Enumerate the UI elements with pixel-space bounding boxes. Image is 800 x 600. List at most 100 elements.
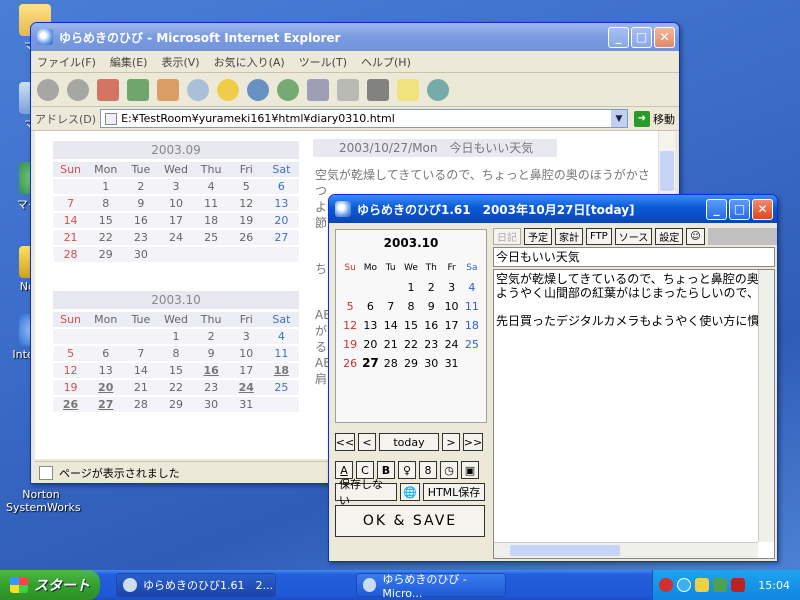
scroll-thumb[interactable] [660, 151, 674, 191]
calendar-day[interactable]: 9 [123, 196, 159, 211]
calendar-day[interactable]: 25 [263, 380, 299, 395]
calendar-day[interactable]: 17 [441, 317, 461, 334]
maximize-button[interactable]: □ [729, 198, 750, 220]
calendar-day[interactable]: 18 [193, 213, 229, 228]
calendar-day[interactable]: 21 [123, 380, 159, 395]
calendar-day[interactable]: 21 [381, 336, 401, 353]
calendar-day[interactable]: 14 [123, 363, 159, 378]
calendar-day[interactable]: 20 [263, 213, 299, 228]
last-button[interactable]: >> [463, 433, 483, 451]
calendar-day[interactable]: 10 [158, 196, 194, 211]
calendar-day[interactable]: 11 [263, 346, 299, 361]
table-button[interactable]: ▣ [461, 461, 479, 479]
calendar-day[interactable]: 4 [193, 179, 229, 194]
calendar-day[interactable]: 7 [123, 346, 159, 361]
task-ie[interactable]: ゆらめきのひび - Micro... [356, 573, 506, 600]
settings-button[interactable]: 設定 [655, 227, 684, 245]
menu-edit[interactable]: 編集(E) [110, 54, 148, 70]
calendar-day[interactable]: 2 [123, 179, 159, 194]
tab-accounts[interactable]: 家計 [555, 227, 583, 245]
calendar-day[interactable]: 30 [421, 355, 441, 372]
clock-button[interactable]: ◷ [440, 461, 458, 479]
messenger-icon[interactable] [427, 78, 449, 101]
menu-favorites[interactable]: お気に入り(A) [214, 54, 285, 70]
calendar-day[interactable]: 1 [88, 179, 124, 194]
textarea-vscroll[interactable] [758, 270, 774, 542]
source-button[interactable]: ソース [614, 227, 653, 245]
calendar-day[interactable]: 15 [158, 363, 194, 378]
calendar-day[interactable]: 9 [193, 346, 229, 361]
calendar-day[interactable]: 14 [381, 317, 401, 334]
discuss-icon[interactable] [397, 78, 419, 101]
calendar-day[interactable]: 24 [441, 336, 461, 353]
ie-titlebar[interactable]: ゆらめきのひび - Microsoft Internet Explorer _ … [31, 23, 679, 51]
app-titlebar[interactable]: ゆらめきのひび1.61 2003年10月27日[today] _ □ ✕ [329, 195, 777, 223]
calendar-day[interactable]: 8 [401, 298, 421, 315]
home-icon[interactable] [157, 78, 179, 101]
calendar-day[interactable]: 29 [158, 397, 194, 412]
close-button[interactable]: ✕ [752, 198, 773, 220]
calendar-day[interactable]: 18 [263, 363, 299, 378]
calendar-day[interactable]: 26 [53, 397, 89, 412]
close-button[interactable]: ✕ [654, 26, 675, 48]
entry-title-input[interactable]: 今日もいい天気 [493, 247, 775, 267]
calendar-day[interactable]: 28 [53, 247, 89, 262]
calendar-day[interactable]: 13 [263, 196, 299, 211]
calendar-day[interactable]: 27 [360, 355, 380, 372]
calendar-day[interactable]: 17 [228, 363, 264, 378]
calendar-day[interactable]: 21 [53, 230, 89, 245]
calendar-day[interactable]: 22 [158, 380, 194, 395]
calendar-day[interactable]: 3 [441, 279, 461, 296]
tab-schedule[interactable]: 予定 [524, 227, 552, 245]
calendar-day[interactable]: 11 [193, 196, 229, 211]
calendar-day[interactable]: 26 [228, 230, 264, 245]
calendar-day[interactable]: 16 [421, 317, 441, 334]
calendar-day[interactable]: 7 [381, 298, 401, 315]
calendar-day[interactable]: 15 [401, 317, 421, 334]
calendar-day[interactable]: 8 [158, 346, 194, 361]
calendar-day[interactable]: 29 [401, 355, 421, 372]
calendar-day[interactable]: 23 [421, 336, 441, 353]
address-input[interactable]: E:¥TestRoom¥yurameki161¥html¥diary0310.h… [100, 109, 628, 128]
calendar-day[interactable]: 7 [53, 196, 89, 211]
prev-button[interactable]: < [358, 433, 376, 451]
ftp-button[interactable]: FTP [586, 227, 612, 245]
calendar-day[interactable]: 6 [263, 179, 299, 194]
calendar-day[interactable]: 5 [340, 298, 360, 315]
smiley-button[interactable]: ☺ [686, 227, 705, 245]
calendar-day[interactable]: 5 [228, 179, 264, 194]
calendar-day[interactable]: 12 [340, 317, 360, 334]
calendar-day[interactable]: 29 [88, 247, 124, 262]
stop-icon[interactable] [97, 78, 119, 101]
calendar-day[interactable]: 11 [462, 298, 482, 315]
calendar-day[interactable]: 24 [158, 230, 194, 245]
network-tray-icon[interactable] [659, 578, 673, 592]
link-button[interactable]: ♀ [398, 461, 416, 479]
next-button[interactable]: > [442, 433, 460, 451]
calendar-day[interactable]: 5 [53, 346, 89, 361]
calendar-day[interactable]: 4 [462, 279, 482, 296]
ok-save-button[interactable]: OK & SAVE [335, 505, 485, 537]
calendar-day[interactable]: 1 [401, 279, 421, 296]
desktop-icon-systemworks[interactable]: Norton SystemWorks [6, 488, 81, 514]
history-icon[interactable] [277, 78, 299, 101]
media-icon[interactable] [247, 78, 269, 101]
search-icon[interactable] [187, 78, 209, 101]
menu-tools[interactable]: ツール(T) [299, 54, 347, 70]
calendar-day[interactable]: 13 [88, 363, 124, 378]
calendar-day[interactable]: 2 [421, 279, 441, 296]
calendar-day[interactable]: 19 [53, 380, 89, 395]
minimize-button[interactable]: _ [706, 198, 727, 220]
calendar-day[interactable]: 3 [158, 179, 194, 194]
calendar-day[interactable]: 16 [193, 363, 229, 378]
calendar-day[interactable]: 15 [88, 213, 124, 228]
calendar-day[interactable]: 18 [462, 317, 482, 334]
print-icon[interactable] [337, 78, 359, 101]
go-button[interactable]: ➜ 移動 [634, 110, 675, 127]
calendar-day[interactable]: 12 [53, 363, 89, 378]
calendar-day[interactable]: 27 [263, 230, 299, 245]
calendar-day[interactable]: 9 [421, 298, 441, 315]
expand-tray-icon[interactable] [677, 578, 691, 592]
globe-button[interactable]: 🌐 [400, 483, 420, 501]
calendar-day[interactable]: 24 [228, 380, 264, 395]
